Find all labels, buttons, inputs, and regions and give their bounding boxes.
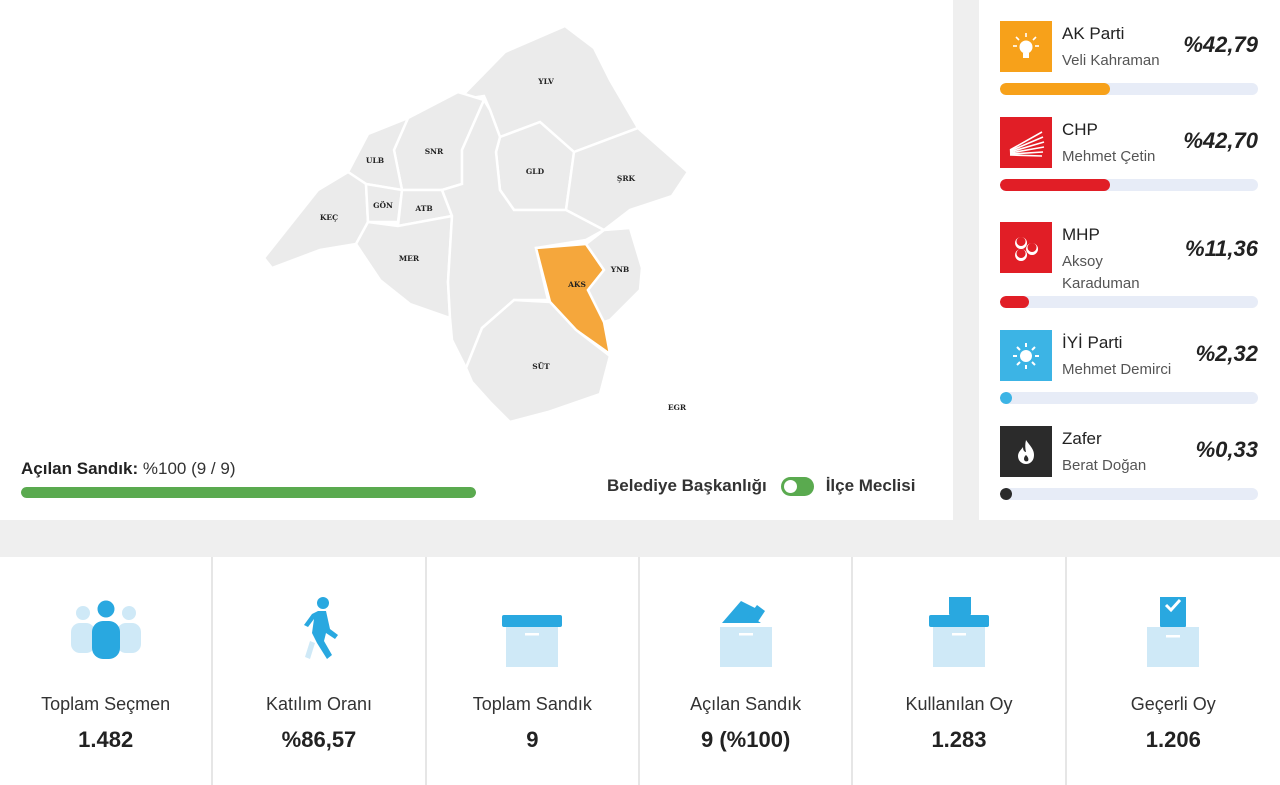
party-percent: %42,79 [1183,32,1258,57]
zafer-flame-icon [1000,426,1052,477]
party-percent: %2,32 [1195,341,1258,366]
party-result-item[interactable]: İYİ Parti Mehmet Demirci %2,32 [1000,330,1258,410]
district-label: ŞRK [617,174,636,183]
stat-value: 1.206 [1145,727,1201,752]
stats-row: Toplam Seçmen 1.482 Katılım Oranı %86,57… [0,557,1280,785]
district-label: AKS [567,280,586,289]
party-bar-fill [1000,392,1012,404]
stat-card: Kullanılan Oy 1.283 [853,557,1067,785]
candidate-name: Aksoy Karaduman [1062,253,1140,292]
party-bar [1000,392,1258,404]
party-result-item[interactable]: MHP Aksoy Karaduman %11,36 [1000,222,1258,314]
stat-label: Açılan Sandık [690,694,802,714]
stat-label: Toplam Seçmen [41,694,171,714]
stat-value: 9 [526,727,539,752]
party-bar-fill [1000,179,1111,191]
party-percent: %0,33 [1195,437,1258,462]
district-label: YLV [537,77,554,86]
party-percent: %11,36 [1185,236,1258,261]
stat-value: %86,57 [281,727,357,752]
ak-parti-bulb-icon [1000,21,1052,72]
stat-label: Geçerli Oy [1130,694,1216,714]
district-label: ATB [414,204,432,213]
ballot-progress-value: %100 (9 / 9) [142,459,236,478]
stat-card: Toplam Sandık 9 [426,557,640,785]
district-label: ULB [366,156,384,165]
candidate-name: Veli Kahraman [1062,52,1160,69]
party-bar [1000,83,1258,95]
stat-label: Toplam Sandık [472,694,592,714]
party-name: AK Parti [1062,24,1125,43]
district-label: EGR [668,403,687,412]
district-label: YNB [610,265,630,274]
district-label: KEÇ [320,213,338,222]
party-result-item[interactable]: Zafer Berat Doğan %0,33 [1000,426,1258,506]
iyi-parti-sun-icon [1000,330,1052,381]
ballot-progress-fill [21,487,476,498]
candidate-name: Mehmet Çetin [1062,148,1156,165]
mayor-label[interactable]: Belediye Başkanlığı [607,476,767,496]
map-panel: YLV SNR ULB GLD ŞRK KEÇ GÖN ATB MER AKS … [0,0,953,520]
valid-vote-check-icon [1147,597,1200,667]
party-name: İYİ Parti [1062,333,1123,352]
stat-value: 9 (%100) [701,727,791,752]
stat-label: Kullanılan Oy [905,694,1013,714]
district-label: MER [399,254,420,263]
party-result-item[interactable]: AK Parti Veli Kahraman %42,79 [1000,21,1258,101]
party-bar [1000,296,1258,308]
voters-group-icon [70,600,141,659]
candidate-name: Berat Doğan [1062,457,1147,474]
walking-person-icon [303,597,338,659]
stat-card: Açılan Sandık 9 (%100) [639,557,854,785]
opened-ballot-box-icon [719,601,772,667]
party-results-panel: AK Parti Veli Kahraman %42,79 CHP Mehmet… [979,0,1280,520]
party-name: Zafer [1062,429,1102,448]
candidate-name: Mehmet Demirci [1062,361,1172,378]
district-label: SNR [425,147,444,156]
party-name: CHP [1062,120,1098,139]
stat-value: 1.482 [78,727,134,752]
ballot-box-icon [502,615,563,667]
cast-vote-box-icon [928,597,989,667]
stat-card: Katılım Oranı %86,57 [213,557,427,785]
council-label[interactable]: İlçe Meclisi [826,476,916,496]
party-bar [1000,488,1258,500]
election-type-toggle: Belediye Başkanlığı İlçe Meclisi [607,475,915,497]
district-label: SÜT [532,362,550,371]
party-bar-fill [1000,296,1030,308]
party-name: MHP [1062,225,1100,244]
district-mer[interactable] [354,214,454,320]
chp-six-arrows-icon [1000,117,1052,168]
ballot-progress-label: Açılan Sandık: [21,459,139,478]
toggle-knob [783,479,797,493]
stat-label: Katılım Oranı [265,694,372,714]
party-bar [1000,179,1258,191]
toggle-switch[interactable] [780,476,814,496]
mhp-three-crescents-icon [1000,222,1052,273]
district-label: GÖN [373,201,393,210]
district-kec[interactable] [262,170,370,270]
stat-card: Geçerli Oy 1.206 [1066,557,1280,785]
party-result-item[interactable]: CHP Mehmet Çetin %42,70 [1000,117,1258,197]
stat-value: 1.283 [931,727,987,752]
district-label: GLD [526,167,545,176]
ballot-progress-bar [21,487,476,498]
party-bar-fill [1000,488,1012,500]
party-percent: %42,70 [1183,128,1258,153]
stat-card: Toplam Seçmen 1.482 [0,557,214,785]
party-bar-fill [1000,83,1111,95]
district-map[interactable]: YLV SNR ULB GLD ŞRK KEÇ GÖN ATB MER AKS … [0,0,953,440]
ballot-progress-title: Açılan Sandık: %100 (9 / 9) [21,459,235,479]
